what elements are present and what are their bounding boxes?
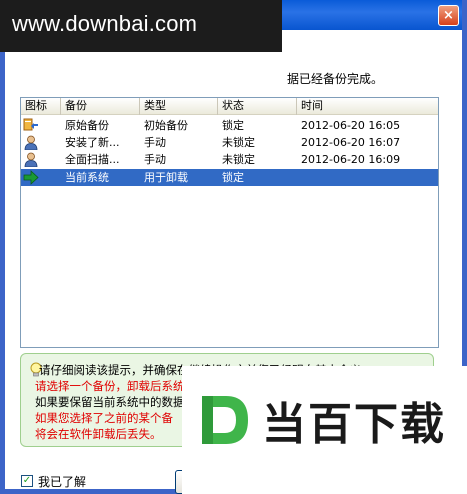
table-row-selected[interactable]: 当前系统 用于卸载 锁定 — [21, 169, 438, 186]
backup-time: 2012-06-20 16:09 — [301, 153, 401, 166]
brand-logo-icon — [202, 396, 248, 444]
table-row[interactable]: 原始备份 初始备份 锁定 2012-06-20 16:05 — [21, 117, 438, 134]
arrow-restore-icon — [23, 118, 38, 131]
understand-checkbox-label[interactable]: 我已了解 — [38, 473, 86, 490]
backup-type: 初始备份 — [144, 119, 188, 132]
close-button[interactable]: × — [438, 5, 459, 26]
backup-name: 原始备份 — [65, 119, 109, 132]
backup-name: 当前系统 — [65, 171, 109, 184]
column-header-backup[interactable]: 备份 — [61, 98, 140, 115]
backup-type: 手动 — [144, 153, 166, 166]
table-row[interactable]: 安装了新... 手动 未锁定 2012-06-20 16:07 — [21, 134, 438, 151]
brand-watermark-text: 当百下载 — [262, 399, 446, 450]
backup-status: 锁定 — [222, 119, 244, 132]
user-icon — [24, 152, 38, 167]
table-row[interactable]: 全面扫描... 手动 未锁定 2012-06-20 16:09 — [21, 151, 438, 168]
brand-watermark: 当百下载 — [182, 366, 467, 494]
backup-name: 安装了新... — [65, 136, 120, 149]
column-header-time[interactable]: 时间 — [297, 98, 438, 115]
user-icon — [24, 135, 38, 150]
column-header-type[interactable]: 类型 — [140, 98, 218, 115]
notice-line-5: 将会在软件卸载后丢失。 — [35, 427, 162, 441]
backup-status: 锁定 — [222, 171, 244, 184]
backup-time: 2012-06-20 16:05 — [301, 119, 401, 132]
column-header-status[interactable]: 状态 — [218, 98, 297, 115]
notice-line-4: 如果您选择了之前的某个备 — [35, 411, 173, 425]
backup-name: 全面扫描... — [65, 153, 120, 166]
backup-time: 2012-06-20 16:07 — [301, 136, 401, 149]
green-arrow-icon — [23, 170, 39, 185]
site-watermark: www.downbai.com — [0, 0, 282, 52]
column-header-icon[interactable]: 图标 — [21, 98, 61, 115]
backup-type: 用于卸载 — [144, 171, 188, 184]
backup-list[interactable]: 图标 备份 类型 状态 时间 原始备份 初始备份 锁定 2012-06-20 1… — [20, 97, 439, 348]
backup-status: 未锁定 — [222, 153, 255, 166]
backup-type: 手动 — [144, 136, 166, 149]
backup-time — [297, 169, 438, 186]
intro-text: 据已经备份完成。 — [287, 72, 384, 86]
list-header: 图标 备份 类型 状态 时间 — [21, 98, 438, 115]
site-watermark-text: www.downbai.com — [12, 11, 198, 36]
understand-checkbox[interactable]: ✓ — [21, 475, 33, 487]
backup-status: 未锁定 — [222, 136, 255, 149]
